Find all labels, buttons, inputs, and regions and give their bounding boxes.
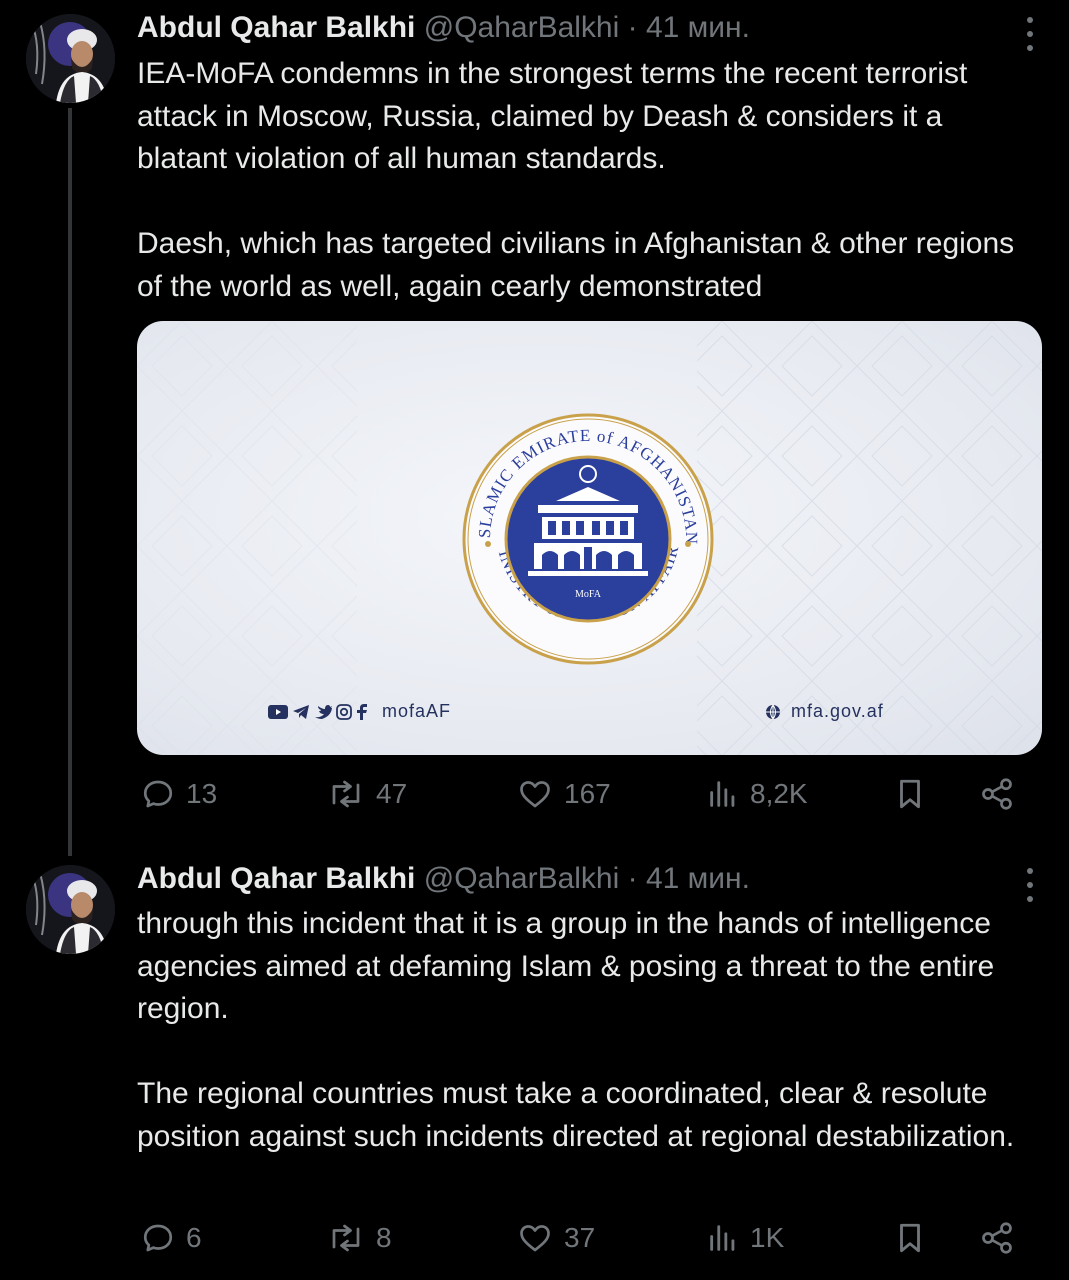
- header-separator: ·: [627, 11, 638, 44]
- reply-icon: [143, 780, 173, 808]
- media-social-handles: mofaAF: [268, 701, 451, 722]
- like-button[interactable]: 37: [516, 1220, 595, 1256]
- avatar[interactable]: [26, 865, 115, 954]
- tweet[interactable]: Abdul Qahar Balkhi @QaharBalkhi · 41 мин…: [0, 850, 1069, 1280]
- avatar[interactable]: [26, 14, 115, 103]
- author-name[interactable]: Abdul Qahar Balkhi: [137, 11, 415, 44]
- repost-count: 47: [376, 778, 408, 809]
- views-count: 8,2K: [750, 778, 808, 809]
- reply-count: 13: [186, 778, 218, 809]
- reply-button[interactable]: 13: [140, 776, 217, 812]
- like-count: 167: [564, 778, 611, 809]
- tweet-text-paragraph: The regional countries must take a coord…: [137, 1077, 1015, 1153]
- views-count: 1K: [750, 1222, 785, 1253]
- tweet-header: Abdul Qahar Balkhi @QaharBalkhi · 41 мин…: [137, 861, 750, 897]
- more-options-icon[interactable]: [1025, 17, 1035, 51]
- repost-icon: [332, 780, 360, 808]
- tweet-action-bar: 6 8 37 1K: [0, 1220, 1069, 1268]
- tweet-header: Abdul Qahar Balkhi @QaharBalkhi · 41 мин…: [137, 10, 750, 46]
- views-chart-icon: [710, 781, 735, 807]
- bookmark-icon: [900, 1223, 920, 1253]
- tweet[interactable]: Abdul Qahar Balkhi @QaharBalkhi · 41 мин…: [0, 0, 1069, 860]
- bookmark-button[interactable]: [893, 1220, 927, 1256]
- heart-icon: [520, 1225, 550, 1252]
- views-button[interactable]: 1K: [706, 1220, 784, 1256]
- tweet-action-bar: 13 47 167 8,2K: [0, 776, 1069, 824]
- repost-button[interactable]: 47: [326, 776, 407, 812]
- ministry-seal-logo: ISLAMIC EMIRATE of AFGHANISTAN MINISTRY …: [458, 409, 714, 665]
- twitter-icon: [315, 704, 332, 719]
- tweet-text-paragraph: through this incident that it is a group…: [137, 907, 1003, 1025]
- share-button[interactable]: [978, 1220, 1016, 1256]
- author-handle[interactable]: @QaharBalkhi: [424, 862, 620, 895]
- media-website: mfa.gov.af: [765, 701, 884, 722]
- globe-icon: [766, 704, 780, 719]
- tweet-timestamp[interactable]: 41 мин.: [646, 11, 750, 44]
- repost-button[interactable]: 8: [326, 1220, 392, 1256]
- author-handle[interactable]: @QaharBalkhi: [424, 11, 620, 44]
- author-name[interactable]: Abdul Qahar Balkhi: [137, 862, 415, 895]
- like-count: 37: [564, 1222, 596, 1253]
- share-icon: [982, 778, 1012, 810]
- views-chart-icon: [710, 1225, 735, 1251]
- seal-center-label: MoFA: [575, 589, 602, 600]
- bookmark-icon: [900, 779, 920, 809]
- views-button[interactable]: 8,2K: [706, 776, 808, 812]
- instagram-icon: [336, 703, 352, 720]
- header-separator: ·: [627, 862, 638, 895]
- like-button[interactable]: 167: [516, 776, 611, 812]
- youtube-icon: [268, 704, 288, 719]
- repost-icon: [332, 1224, 360, 1252]
- social-handle-text: mofaAF: [382, 701, 452, 721]
- reply-icon: [143, 1224, 173, 1252]
- repost-count: 8: [376, 1222, 392, 1253]
- tweet-media-image[interactable]: ISLAMIC EMIRATE of AFGHANISTAN MINISTRY …: [137, 321, 1042, 755]
- tweet-timestamp[interactable]: 41 мин.: [646, 862, 750, 895]
- more-options-icon[interactable]: [1025, 868, 1035, 902]
- telegram-icon: [293, 704, 309, 719]
- bookmark-button[interactable]: [893, 776, 927, 812]
- reply-count: 6: [186, 1222, 202, 1253]
- share-button[interactable]: [978, 776, 1016, 812]
- website-text: mfa.gov.af: [791, 701, 884, 721]
- tweet-text-paragraph: IEA-MoFA condemns in the strongest terms…: [137, 57, 976, 175]
- share-icon: [982, 1222, 1012, 1254]
- reply-button[interactable]: 6: [140, 1220, 202, 1256]
- tweet-text-paragraph: Daesh, which has targeted civilians in A…: [137, 227, 1023, 303]
- heart-icon: [520, 781, 550, 808]
- facebook-icon: [357, 703, 367, 720]
